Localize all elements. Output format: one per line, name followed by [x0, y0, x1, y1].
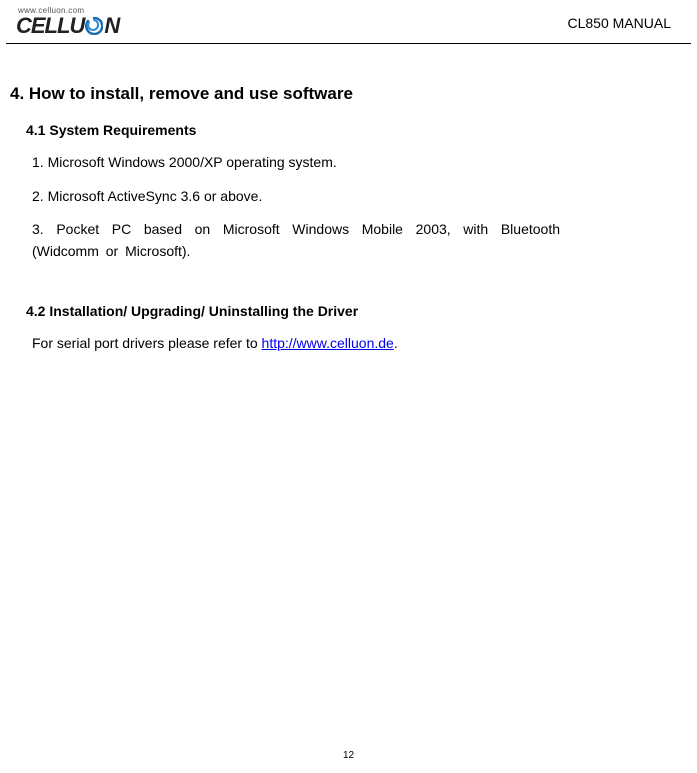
driver-text: For serial port drivers please refer to …	[26, 333, 570, 355]
celluon-logo: www.celluon.com CELLU N	[16, 6, 119, 39]
manual-title: CL850 MANUAL	[568, 15, 672, 31]
subsection-4-2: 4.2 Installation/ Upgrading/ Uninstallin…	[10, 303, 570, 355]
requirement-item-3: 3. Pocket PC based on Microsoft Windows …	[26, 219, 570, 262]
logo-swirl-icon	[85, 17, 103, 35]
page-number: 12	[0, 750, 697, 761]
subsection-4-2-title: 4.2 Installation/ Upgrading/ Uninstallin…	[26, 303, 570, 319]
subsection-4-1: 4.1 System Requirements 1. Microsoft Win…	[10, 122, 570, 263]
spacer	[10, 275, 629, 303]
celluon-link[interactable]: http://www.celluon.de	[262, 335, 394, 351]
page-content: 4. How to install, remove and use softwa…	[0, 44, 697, 354]
requirement-item-2: 2. Microsoft ActiveSync 3.6 or above.	[26, 186, 570, 208]
driver-text-suffix: .	[394, 335, 398, 351]
requirement-item-1: 1. Microsoft Windows 2000/XP operating s…	[26, 152, 570, 174]
subsection-4-1-title: 4.1 System Requirements	[26, 122, 570, 138]
logo-text-right: N	[104, 13, 119, 39]
page-header: www.celluon.com CELLU N CL850 MANUAL	[6, 0, 691, 44]
section-4-title: 4. How to install, remove and use softwa…	[10, 84, 629, 104]
logo-text-left: CELLU	[16, 13, 84, 39]
logo-main: CELLU N	[16, 13, 119, 39]
driver-text-prefix: For serial port drivers please refer to	[32, 335, 262, 351]
